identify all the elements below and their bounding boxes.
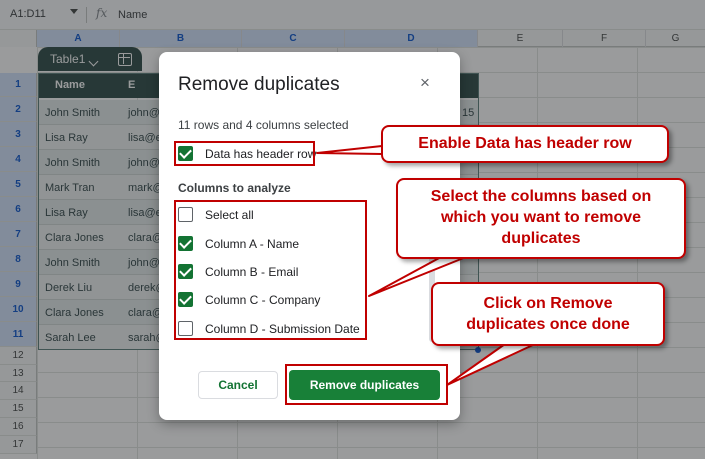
callout-header-row: Enable Data has header row [381,125,669,163]
cancel-button[interactable]: Cancel [198,371,278,399]
column-b-checkbox[interactable] [178,264,193,279]
option-label: Column C - Company [205,293,321,307]
option-label: Column A - Name [205,237,300,251]
column-c-checkbox[interactable] [178,292,193,307]
columns-section-title: Columns to analyze [178,181,291,195]
dialog-title: Remove duplicates [178,74,340,95]
remove-duplicates-button[interactable]: Remove duplicates [289,370,440,400]
select-all-checkbox[interactable] [178,207,193,222]
column-d-checkbox[interactable] [178,321,193,336]
selection-info: 11 rows and 4 columns selected [178,118,349,132]
column-a-checkbox[interactable] [178,236,193,251]
option-label: Column D - Submission Date [205,322,360,336]
header-row-label: Data has header row [205,147,317,161]
callout-remove: Click on Remove duplicates once done [431,282,665,346]
header-row-checkbox[interactable] [178,146,193,161]
option-label: Select all [205,208,254,222]
callout-columns: Select the columns based on which you wa… [396,178,686,259]
close-icon[interactable]: × [416,74,434,92]
option-label: Column B - Email [205,265,299,279]
